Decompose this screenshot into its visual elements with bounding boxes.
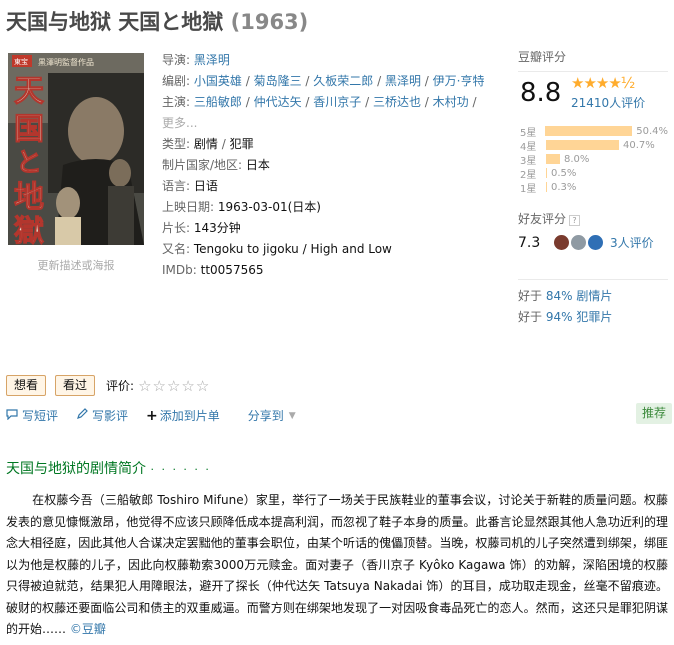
better-than-link[interactable]: 84% (546, 289, 573, 303)
rating-bar (546, 168, 547, 178)
release-value: 1963-03-01(日本) (217, 200, 321, 214)
genre-row: 类型: 剧情 / 犯罪 (162, 137, 254, 151)
friend-avatar[interactable] (588, 235, 603, 250)
share-button[interactable]: 分享到 ▼ (248, 407, 296, 424)
writer-row: 编剧: 小国英雄 / 菊岛隆三 / 久板荣二郎 / 黑泽明 / 伊万·亨特 (162, 74, 485, 88)
svg-text:東宝: 東宝 (14, 57, 28, 66)
rate-stars-icon[interactable]: ☆☆☆☆☆ (138, 377, 210, 395)
movie-info: 导演: 黑泽明 编剧: 小国英雄 / 菊岛隆三 / 久板荣二郎 / 黑泽明 / … (162, 50, 507, 281)
rating-distribution: 5星 50.4% 4星 40.7% 3星 8.0% 2星 0.5% 1星 0.3% (520, 124, 668, 195)
page-title: 天国与地狱 天国と地獄 (1963) (6, 6, 308, 36)
writer-link[interactable]: 菊岛隆三 (254, 74, 302, 88)
aka-value: Tengoku to jigoku / High and Low (193, 242, 392, 256)
movie-year: (1963) (230, 10, 309, 34)
runtime-value: 143分钟 (193, 221, 241, 235)
movie-poster[interactable]: 東宝 黒澤明監督作品 天 国 と 地 獄 (8, 53, 144, 245)
better-than: 好于 84% 剧情片 好于 94% 犯罪片 (518, 279, 668, 328)
douban-source-link[interactable]: ©豆瓣 (70, 622, 106, 636)
interest-actions: 想看 看过 评价: ☆☆☆☆☆ (6, 375, 210, 396)
better-than-link[interactable]: 94% (546, 310, 573, 324)
rating-bar-row: 1星 0.3% (520, 181, 577, 195)
rating-bar (546, 140, 619, 150)
update-poster-link[interactable]: 更新描述或海报 (8, 257, 144, 273)
friend-rating-row: 7.3 3人评价 (518, 234, 674, 251)
pen-icon (76, 408, 88, 423)
language-value: 日语 (193, 179, 218, 193)
write-short-review-button[interactable]: 写短评 (6, 407, 58, 424)
recommend-button[interactable]: 推荐 (636, 403, 672, 424)
imdb-row: IMDb: tt0057565 (162, 263, 264, 277)
poster-image: 東宝 黒澤明監督作品 天 国 と 地 獄 (8, 53, 144, 245)
friend-rating-heading: 好友评分? (518, 210, 581, 227)
summary-heading: 天国与地狱的剧情简介 · · · · · · (6, 461, 211, 477)
svg-text:と: と (16, 148, 42, 178)
rating-heading: 豆瓣评分 (518, 48, 668, 72)
director-row: 导演: 黑泽明 (162, 53, 230, 67)
rating-bar-row: 5星 50.4% (520, 125, 668, 139)
rating-bar-row: 4星 40.7% (520, 139, 655, 153)
svg-text:天: 天 (14, 74, 44, 109)
rating-bar-row: 3星 8.0% (520, 153, 590, 167)
write-review-button[interactable]: 写影评 (76, 407, 128, 424)
cast-link[interactable]: 木村功 (433, 95, 469, 109)
writer-link[interactable]: 久板荣二郎 (313, 74, 373, 88)
aka-row: 又名: Tengoku to jigoku / High and Low (162, 242, 392, 256)
rating-stars-icon: ★★★★½ (571, 74, 635, 92)
rating-bar-row: 2星 0.5% (520, 167, 577, 181)
writer-link[interactable]: 小国英雄 (194, 74, 242, 88)
rate-label: 评价: (106, 379, 135, 393)
svg-text:黒澤明監督作品: 黒澤明監督作品 (38, 57, 94, 67)
friend-avatar[interactable] (554, 235, 569, 250)
country-value: 日本 (245, 158, 270, 172)
rating-bar (546, 154, 560, 164)
add-to-list-button[interactable]: + 添加到片单 (146, 407, 220, 424)
movie-title: 天国与地狱 天国と地獄 (6, 10, 224, 34)
rating-bar (546, 182, 547, 192)
friend-avatar[interactable] (571, 235, 586, 250)
cast-link[interactable]: 三船敏郎 (194, 95, 242, 109)
svg-text:獄: 獄 (14, 214, 44, 245)
comment-icon (6, 408, 18, 423)
svg-text:地: 地 (14, 180, 44, 215)
action-links: 写短评 写影评 + 添加到片单 分享到 ▼ (6, 407, 314, 424)
rating-panel: 豆瓣评分 8.8 ★★★★½ 21410人评价 5星 50.4% 4星 40.7% … (518, 48, 668, 328)
better-than-link[interactable]: 犯罪片 (576, 310, 612, 324)
summary-text: 在权藤今吾（三船敏郎 Toshiro Mifune）家里，举行了一场关于民族鞋业… (6, 493, 668, 636)
better-than-link[interactable]: 剧情片 (576, 289, 612, 303)
friend-score: 7.3 (518, 234, 541, 251)
rating-bar (545, 126, 633, 136)
genre-value: 剧情 (193, 137, 218, 151)
language-row: 语言: 日语 (162, 179, 218, 193)
rating-votes-link[interactable]: 21410人评价 (571, 96, 645, 110)
friend-votes-link[interactable]: 3人评价 (610, 234, 654, 251)
director-link[interactable]: 黑泽明 (194, 53, 230, 67)
writer-link[interactable]: 伊万·亨特 (433, 74, 485, 88)
want-to-watch-button[interactable]: 想看 (6, 375, 47, 396)
plus-icon: + (146, 407, 158, 424)
writer-link[interactable]: 黑泽明 (385, 74, 421, 88)
watched-button[interactable]: 看过 (55, 375, 96, 396)
runtime-row: 片长: 143分钟 (162, 221, 241, 235)
country-row: 制片国家/地区: 日本 (162, 158, 270, 172)
cast-row: 主演: 三船敏郎 / 仲代达矢 / 香川京子 / 三桥达也 / 木村功 / (162, 95, 477, 109)
cast-more-link[interactable]: 更多... (162, 116, 197, 130)
caret-down-icon: ▼ (288, 410, 296, 421)
help-icon[interactable]: ? (569, 215, 581, 226)
cast-link[interactable]: 三桥达也 (373, 95, 421, 109)
cast-link[interactable]: 香川京子 (313, 95, 361, 109)
release-row: 上映日期: 1963-03-01(日本) (162, 200, 321, 214)
svg-text:国: 国 (14, 112, 44, 147)
rating-score: 8.8 (520, 78, 562, 108)
cast-link[interactable]: 仲代达矢 (254, 95, 302, 109)
genre-value: 犯罪 (229, 137, 254, 151)
imdb-value: tt0057565 (200, 263, 264, 277)
